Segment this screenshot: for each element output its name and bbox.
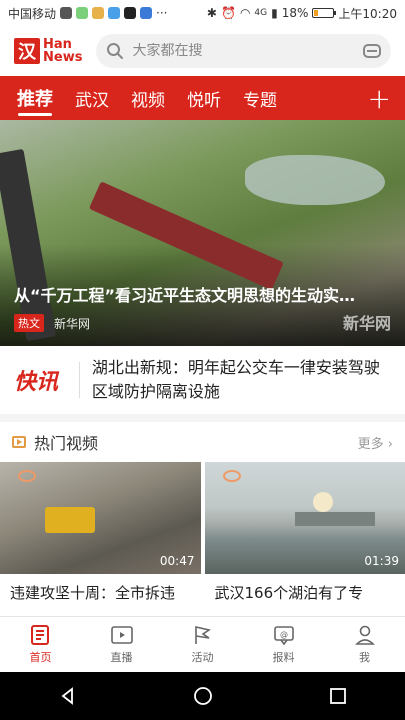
tab-label: 我 xyxy=(359,651,370,664)
bottom-tab-bar: 首页 直播 活动 @ 报料 我 xyxy=(0,616,405,672)
app-icon xyxy=(92,7,105,19)
status-right: ✱ ⏰ ◠ 4G ▮ 18% 上午10:20 xyxy=(207,5,397,22)
news-icon xyxy=(29,624,53,646)
video-title[interactable]: 武汉166个湖泊有了专 xyxy=(205,574,405,618)
search-icon xyxy=(107,43,124,59)
tab-listen[interactable]: 悦听 xyxy=(176,76,232,120)
flash-news-text[interactable]: 湖北出新规：明年起公交车一律安装驾驶区域防护隔离设施 xyxy=(92,356,391,404)
bluetooth-icon: ✱ xyxy=(206,6,217,20)
recents-icon xyxy=(329,688,346,704)
tab-events[interactable]: 活动 xyxy=(162,617,243,672)
svg-text:@: @ xyxy=(280,630,288,639)
more-link[interactable]: 更多 › xyxy=(358,433,393,452)
hot-video-header: 热门视频 更多 › xyxy=(0,422,405,462)
hero-banner[interactable]: 从“千万工程”看习近平生态文明思想的生动实… 热文 新华网 新华网 xyxy=(0,120,405,346)
flag-icon xyxy=(191,624,215,646)
tab-live[interactable]: 直播 xyxy=(81,617,162,672)
search-input[interactable] xyxy=(132,43,355,59)
flash-news-logo: 快讯 xyxy=(14,370,59,395)
home-icon xyxy=(193,687,212,705)
hero-image-train-left xyxy=(0,148,57,342)
video-card[interactable]: 01:39 武汉166个湖泊有了专 xyxy=(204,462,405,618)
tab-me[interactable]: 我 xyxy=(324,617,405,672)
network-type: 4G xyxy=(254,8,268,18)
logo-mark: 汉 xyxy=(14,38,40,64)
live-icon xyxy=(110,624,134,646)
add-channel-button[interactable]: + xyxy=(368,82,391,115)
app-logo[interactable]: 汉 Han News xyxy=(14,38,82,64)
hot-video-title: 热门视频 xyxy=(12,430,98,454)
clock: 上午10:20 xyxy=(338,6,397,21)
channel-logo-icon xyxy=(18,470,36,482)
tab-label: 直播 xyxy=(110,651,133,664)
scan-icon[interactable] xyxy=(363,44,381,58)
thumb-excavator xyxy=(45,507,95,533)
home-button[interactable] xyxy=(183,676,223,716)
status-bar: 中国移动 ··· ✱ ⏰ ◠ 4G ▮ 18% 上午10:20 xyxy=(0,0,405,26)
user-icon xyxy=(353,624,377,646)
status-left: 中国移动 ··· xyxy=(8,5,167,22)
signal-icon: ▮ xyxy=(271,6,278,20)
thumb-sun xyxy=(312,492,333,512)
flash-news[interactable]: 快讯 湖北出新规：明年起公交车一律安装驾驶区域防护隔离设施 xyxy=(0,346,405,422)
tab-label: 首页 xyxy=(29,651,52,664)
tiktok-icon xyxy=(124,7,137,19)
recents-button[interactable] xyxy=(318,676,358,716)
hot-video-label: 热门视频 xyxy=(34,434,99,453)
hero-source: 新华网 xyxy=(54,316,91,331)
report-icon: @ xyxy=(272,624,296,646)
video-title[interactable]: 违建攻坚十周：全市拆违 xyxy=(0,574,201,618)
hot-tag: 热文 xyxy=(14,314,44,332)
battery-icon xyxy=(312,8,337,18)
hero-image-lake xyxy=(245,155,385,205)
wifi-icon: ◠ xyxy=(239,6,251,20)
logo-text: Han News xyxy=(43,38,82,64)
tab-wuhan[interactable]: 武汉 xyxy=(64,76,120,120)
hero-meta: 热文 新华网 xyxy=(14,314,90,332)
tab-report[interactable]: @ 报料 xyxy=(243,617,324,672)
system-nav-bar xyxy=(0,672,405,720)
video-section-icon xyxy=(12,436,26,448)
app-header: 汉 Han News xyxy=(0,26,405,76)
logo-line-news: News xyxy=(43,50,83,65)
app-icon xyxy=(76,7,89,19)
tab-label: 活动 xyxy=(191,651,214,664)
video-duration: 00:47 xyxy=(159,554,195,568)
video-thumbnail[interactable]: 00:47 xyxy=(0,462,201,574)
channel-logo-icon xyxy=(222,470,241,482)
notification-icon xyxy=(60,7,73,19)
tab-home[interactable]: 首页 xyxy=(0,617,81,672)
back-button[interactable] xyxy=(48,676,88,716)
thumb-skyline xyxy=(294,512,375,526)
app-icon xyxy=(140,7,153,19)
hero-image-train-red xyxy=(88,181,284,291)
back-icon xyxy=(61,687,73,705)
battery-percent: 18% xyxy=(281,6,309,20)
carrier-label: 中国移动 xyxy=(8,6,57,21)
alarm-icon: ⏰ xyxy=(220,6,236,20)
app-icon xyxy=(108,7,121,19)
channel-nav: 推荐 武汉 视频 悦听 专题 + xyxy=(0,76,405,120)
video-thumbnail[interactable]: 01:39 xyxy=(204,462,405,574)
hero-watermark: 新华网 xyxy=(342,314,391,333)
battery-fill xyxy=(314,10,318,16)
video-list: 00:47 违建攻坚十周：全市拆违 01:39 武汉166个湖泊有了专 xyxy=(0,462,405,618)
search-bar[interactable] xyxy=(96,34,391,68)
tab-topics[interactable]: 专题 xyxy=(232,76,288,120)
tab-recommend[interactable]: 推荐 xyxy=(6,76,64,120)
video-card[interactable]: 00:47 违建攻坚十周：全市拆违 xyxy=(0,462,201,618)
divider xyxy=(79,362,80,398)
hero-title[interactable]: 从“千万工程”看习近平生态文明思想的生动实… xyxy=(14,282,391,306)
more-notifications: ··· xyxy=(156,6,168,20)
tab-video[interactable]: 视频 xyxy=(120,76,176,120)
tab-label: 报料 xyxy=(272,651,295,664)
video-duration: 01:39 xyxy=(364,554,399,568)
